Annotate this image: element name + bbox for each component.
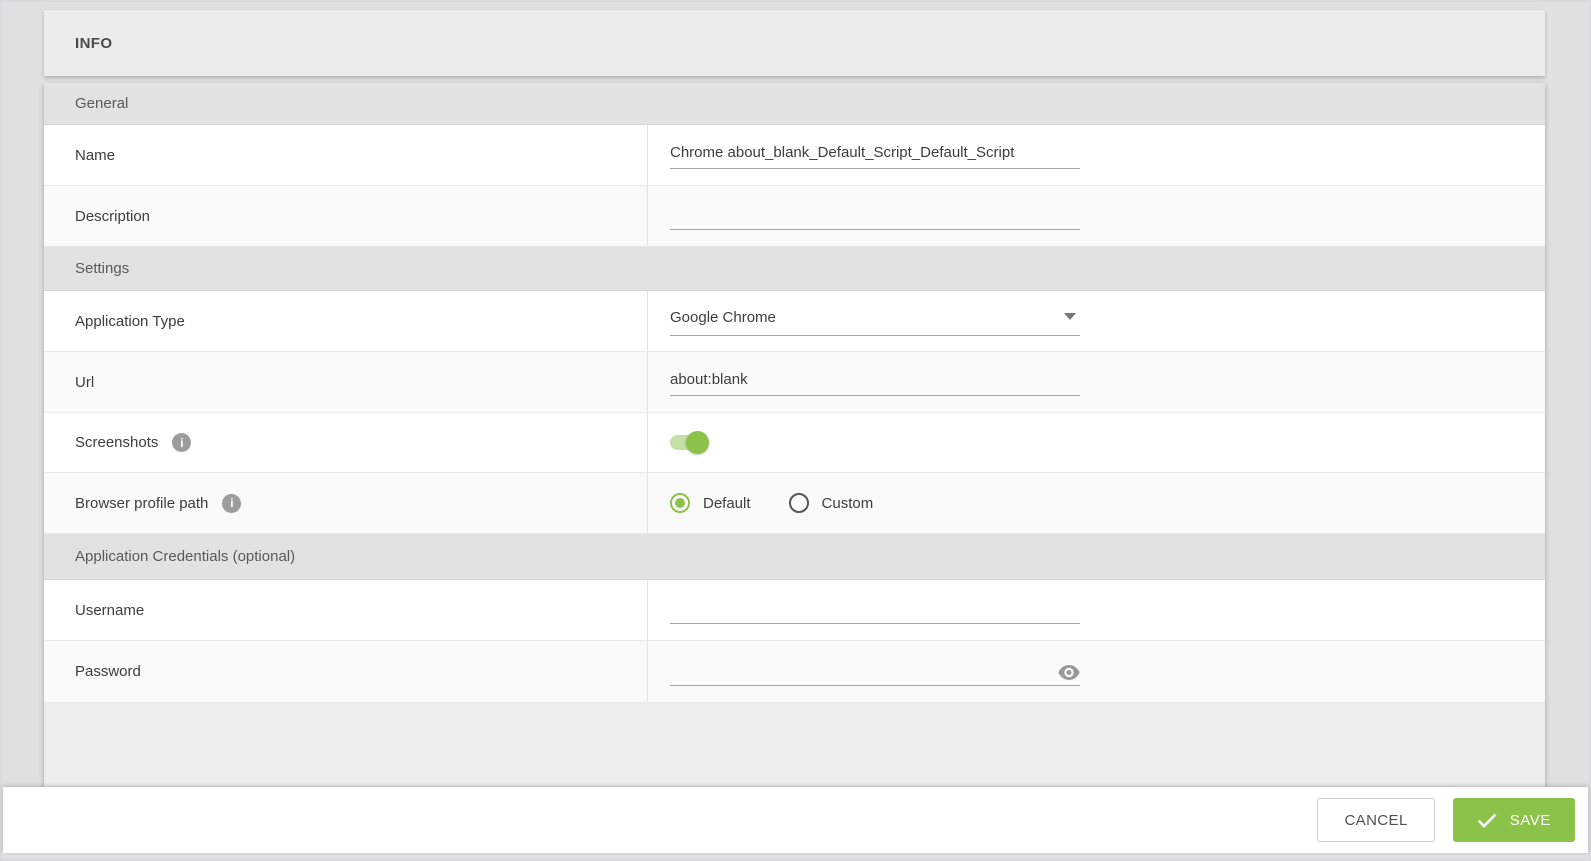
toggle-knob [686, 431, 709, 454]
section-header-credentials: Application Credentials (optional) [44, 534, 1545, 580]
cancel-button[interactable]: CANCEL [1317, 798, 1434, 842]
section-title: Settings [75, 260, 129, 277]
username-label: Username [44, 580, 648, 640]
name-input[interactable] [670, 141, 1080, 169]
action-bar: CANCEL SAVE [3, 787, 1588, 853]
row-description: Description [44, 186, 1545, 247]
screenshots-label: Screenshots [75, 434, 158, 451]
radio-icon [670, 493, 690, 513]
radio-label: Custom [822, 495, 874, 512]
name-label: Name [44, 125, 648, 185]
application-type-select[interactable]: Google Chrome [670, 306, 1080, 336]
info-icon[interactable]: i [222, 494, 241, 513]
panel-footer-spacer [44, 703, 1545, 789]
description-input[interactable] [670, 202, 1080, 230]
form-table: General Name Description [44, 83, 1545, 789]
row-password: Password [44, 641, 1545, 703]
chevron-down-icon [1064, 313, 1076, 320]
info-panel: INFO General Name Description [44, 10, 1545, 789]
radio-option-custom[interactable]: Custom [789, 493, 874, 513]
radio-icon [789, 493, 809, 513]
row-browser-profile-path: Browser profile path i Default Custom [44, 473, 1545, 534]
section-title: Application Credentials (optional) [75, 548, 295, 565]
password-label: Password [44, 641, 648, 702]
save-button-label: SAVE [1510, 812, 1551, 829]
row-name: Name [44, 125, 1545, 186]
password-input[interactable] [670, 658, 1080, 686]
row-url: Url [44, 352, 1545, 413]
panel-title: INFO [75, 35, 112, 52]
save-button[interactable]: SAVE [1453, 798, 1575, 842]
eye-icon[interactable] [1058, 665, 1080, 680]
row-application-type: Application Type Google Chrome [44, 291, 1545, 352]
description-label: Description [44, 186, 648, 246]
username-input[interactable] [670, 596, 1080, 624]
section-title: General [75, 95, 128, 112]
radio-label: Default [703, 495, 751, 512]
section-header-settings: Settings [44, 247, 1545, 291]
application-type-label: Application Type [44, 291, 648, 351]
row-username: Username [44, 580, 1545, 641]
check-icon [1477, 813, 1497, 828]
browser-profile-path-radio-group: Default Custom [670, 493, 873, 513]
section-header-general: General [44, 83, 1545, 125]
radio-option-default[interactable]: Default [670, 493, 751, 513]
panel-header: INFO [44, 10, 1545, 76]
screenshots-toggle[interactable] [670, 435, 706, 450]
info-icon[interactable]: i [172, 433, 191, 452]
app-window: INFO General Name Description [0, 0, 1591, 861]
browser-profile-path-label: Browser profile path [75, 495, 208, 512]
row-screenshots: Screenshots i [44, 413, 1545, 473]
url-label: Url [44, 352, 648, 412]
url-input[interactable] [670, 368, 1080, 396]
application-type-value: Google Chrome [670, 309, 776, 326]
